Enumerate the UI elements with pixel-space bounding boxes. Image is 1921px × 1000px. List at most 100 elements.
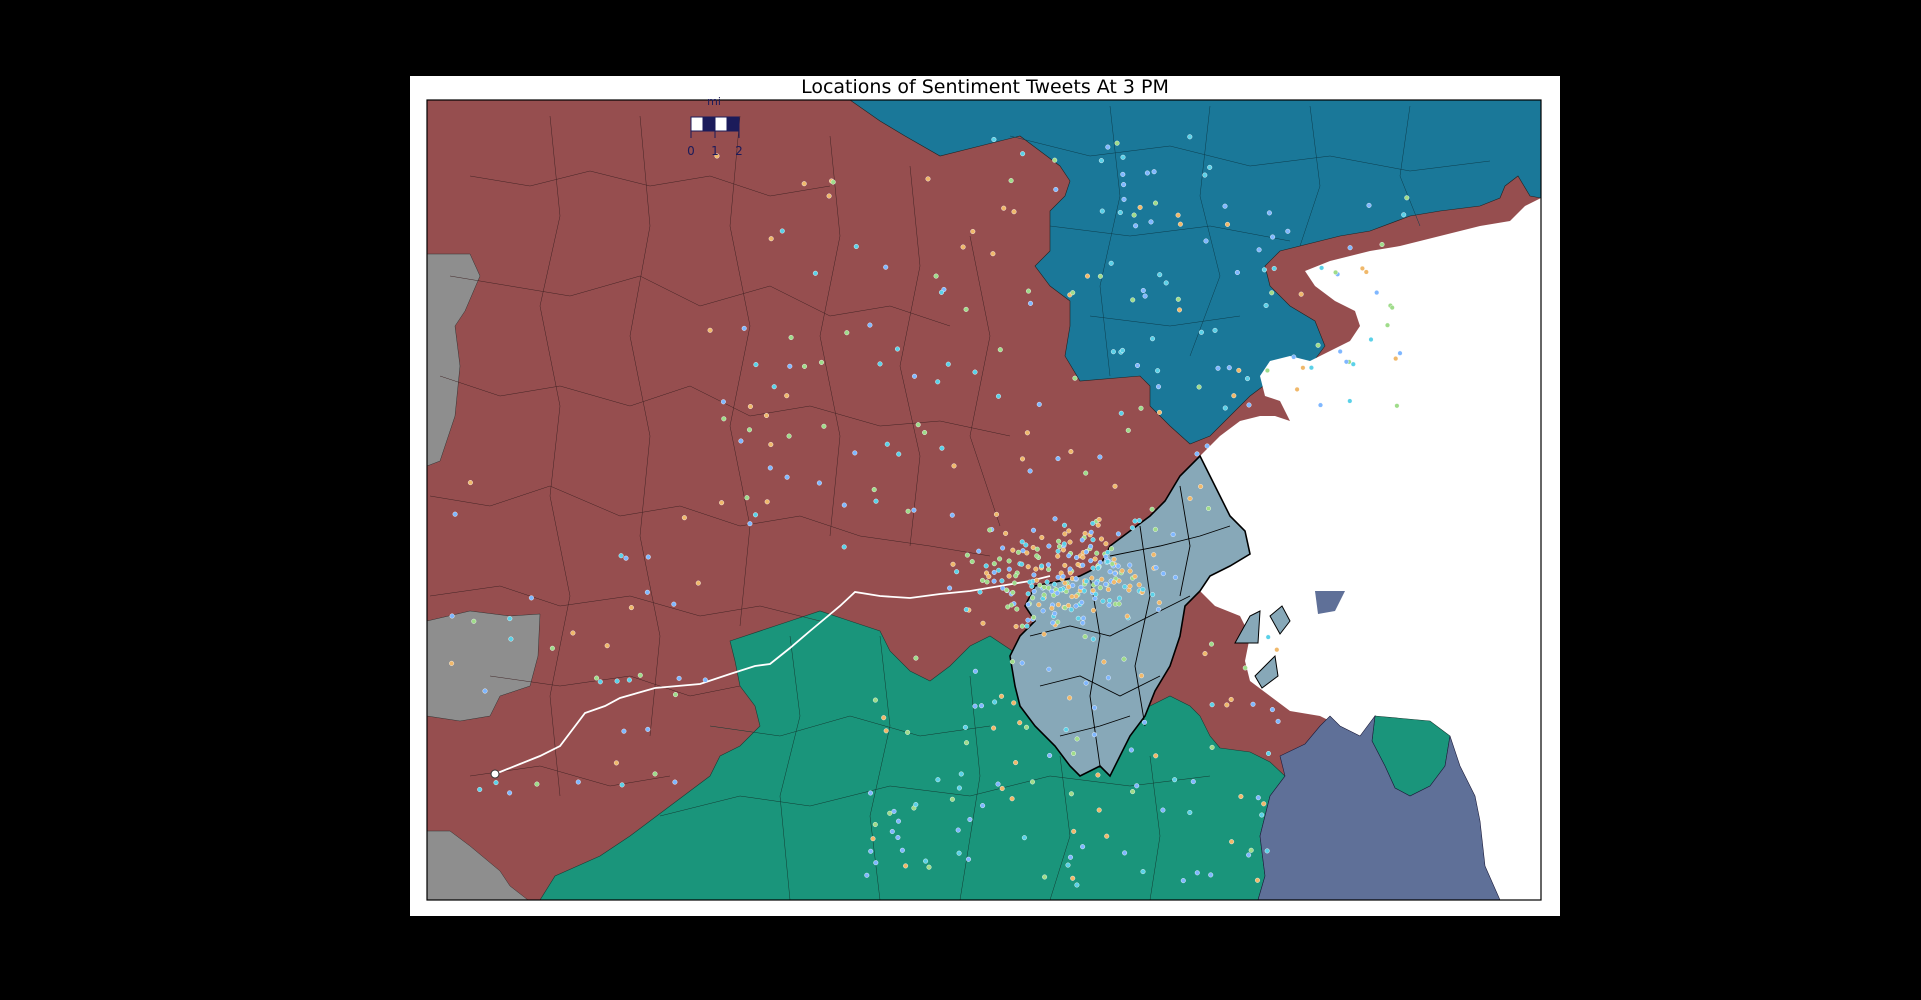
tweet-marker <box>999 693 1005 699</box>
tweet-marker <box>1212 327 1218 333</box>
tweet-marker <box>1366 202 1372 208</box>
tweet-marker <box>1097 585 1103 591</box>
tweet-marker <box>507 790 513 796</box>
tweet-marker <box>1140 287 1146 293</box>
tweet-marker <box>967 817 973 823</box>
tweet-marker <box>1208 872 1214 878</box>
tweet-marker <box>1242 665 1248 671</box>
tweet-marker <box>1025 564 1031 570</box>
tweet-marker <box>738 438 744 444</box>
tweet-marker <box>482 688 488 694</box>
tweet-marker <box>1080 554 1086 560</box>
scale-segment-1 <box>690 116 704 132</box>
tweet-marker <box>1042 874 1048 880</box>
tweet-marker <box>1261 801 1267 807</box>
tweet-marker <box>1238 794 1244 800</box>
tweet-marker <box>1215 365 1221 371</box>
tweet-marker <box>1133 223 1139 229</box>
tweet-marker <box>1026 288 1032 294</box>
tweet-marker <box>1105 549 1111 555</box>
tweet-marker <box>991 561 997 567</box>
tweet-marker <box>594 675 600 681</box>
tweet-marker <box>1083 470 1089 476</box>
tweet-marker <box>1142 719 1148 725</box>
tweet-marker <box>1004 587 1010 593</box>
tweet-marker <box>1088 558 1094 564</box>
tweet-marker <box>1130 789 1136 795</box>
tweet-marker <box>1209 744 1215 750</box>
tweet-marker <box>1131 212 1137 218</box>
tweet-marker <box>1080 844 1086 850</box>
tweet-marker <box>1144 170 1150 176</box>
tweet-marker <box>1127 583 1133 589</box>
tweet-marker <box>1044 579 1050 585</box>
tweet-marker <box>1057 544 1063 550</box>
tweet-marker <box>1135 363 1141 369</box>
figure: Locations of Sentiment Tweets At 3 PM mi… <box>410 76 1560 916</box>
tweet-marker <box>1151 552 1157 558</box>
tweet-marker <box>999 578 1005 584</box>
tweet-marker <box>1203 238 1209 244</box>
tweet-marker <box>1036 602 1042 608</box>
tweet-marker <box>1363 269 1369 275</box>
tweet-marker <box>801 181 807 187</box>
map[interactable]: mi 0 1 2 <box>410 76 1560 916</box>
tweet-marker <box>1270 234 1276 240</box>
tweet-marker <box>1389 305 1395 311</box>
tweet-marker <box>597 679 603 685</box>
tweet-marker <box>1111 579 1117 585</box>
tweet-marker <box>991 569 997 575</box>
tweet-marker <box>1198 329 1204 335</box>
tweet-marker <box>1070 875 1076 881</box>
tweet-marker <box>768 236 774 242</box>
tweet-marker <box>784 474 790 480</box>
tweet-marker <box>1060 547 1066 553</box>
tweet-marker <box>868 790 874 796</box>
tweet-marker <box>1033 566 1039 572</box>
tweet-marker <box>970 228 976 234</box>
tweet-marker <box>1222 405 1228 411</box>
tweet-marker <box>911 507 917 513</box>
tweet-marker <box>972 668 978 674</box>
tweet-marker <box>614 678 620 684</box>
tweet-marker <box>1031 588 1037 594</box>
tweet-marker <box>1106 602 1112 608</box>
tweet-marker <box>991 578 997 584</box>
tweet-marker <box>1082 530 1088 536</box>
tweet-marker <box>1177 307 1183 313</box>
tweet-marker <box>1394 403 1400 409</box>
tweet-marker <box>1039 563 1045 569</box>
tweet-marker <box>1151 169 1157 175</box>
tweet-marker <box>1127 562 1133 568</box>
tweet-marker <box>1139 673 1145 679</box>
tweet-marker <box>764 499 770 505</box>
tweet-marker <box>1003 530 1009 536</box>
tweet-marker <box>1074 736 1080 742</box>
tweet-marker <box>1024 430 1030 436</box>
tweet-marker <box>1105 587 1111 593</box>
track-start-marker <box>490 769 500 779</box>
tweet-marker <box>1097 559 1103 565</box>
tweet-marker <box>1027 468 1033 474</box>
tweet-marker <box>1089 575 1095 581</box>
tweet-marker <box>1117 595 1123 601</box>
tweet-marker <box>471 618 477 624</box>
tweet-marker <box>1008 178 1014 184</box>
tweet-marker <box>467 480 473 486</box>
tweet-marker <box>1080 562 1086 568</box>
tweet-marker <box>895 835 901 841</box>
tweet-marker <box>1347 245 1353 251</box>
tweet-marker <box>1083 578 1089 584</box>
tweet-marker <box>1025 617 1031 623</box>
tweet-marker <box>1067 566 1073 572</box>
tweet-marker <box>844 330 850 336</box>
tweet-marker <box>681 515 687 521</box>
tweet-marker <box>1404 195 1410 201</box>
tweet-marker <box>1061 541 1067 547</box>
tweet-marker <box>1021 835 1027 841</box>
tweet-marker <box>1067 539 1073 545</box>
tweet-marker <box>1246 402 1252 408</box>
tweet-marker <box>1359 265 1365 271</box>
tweet-marker <box>1180 878 1186 884</box>
tweet-marker <box>1105 675 1111 681</box>
